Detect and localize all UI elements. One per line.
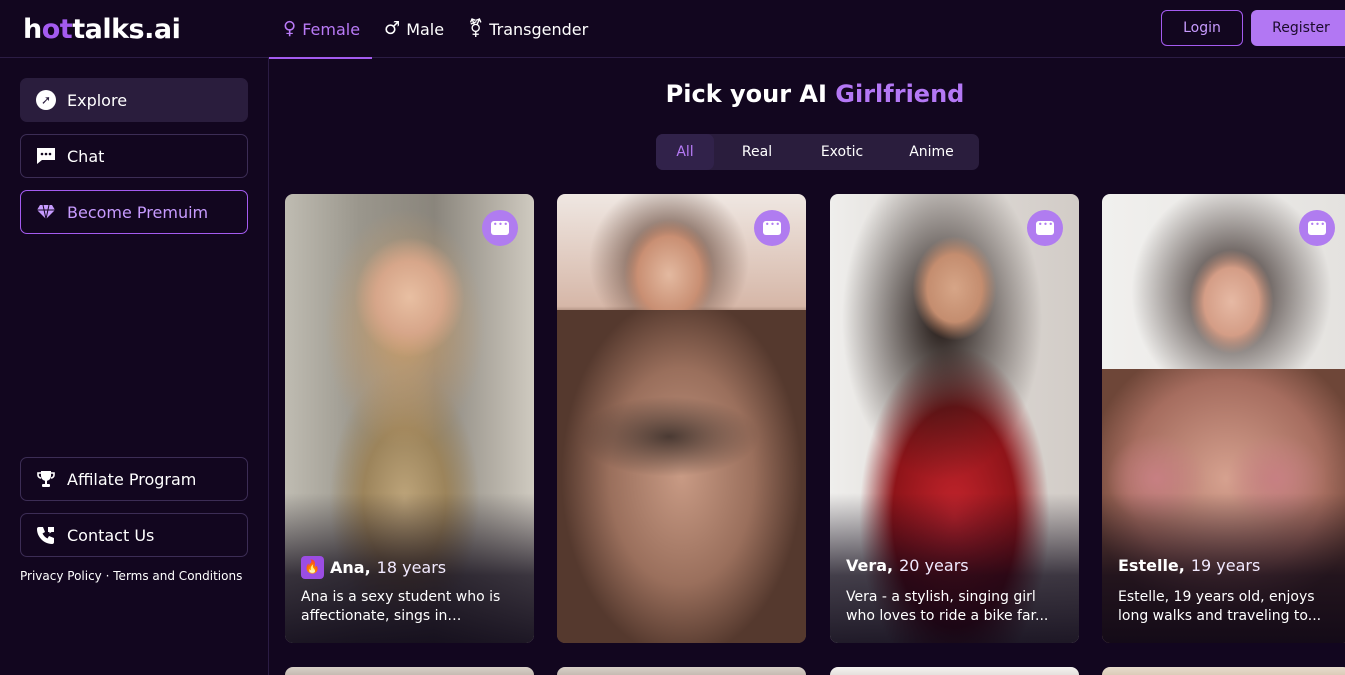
- filter-all[interactable]: All: [656, 134, 714, 170]
- chat-bubble-icon[interactable]: [482, 210, 518, 246]
- filter-exotic[interactable]: Exotic: [800, 134, 884, 170]
- trophy-icon: [35, 468, 57, 490]
- transgender-symbol-icon: ⚧: [468, 18, 484, 39]
- logo-accent: ot: [41, 13, 73, 45]
- sidebar-item-label: Affilate Program: [67, 469, 197, 489]
- login-button[interactable]: Login: [1161, 10, 1243, 46]
- tab-transgender[interactable]: ⚧ Transgender: [456, 0, 600, 58]
- sidebar-item-contact[interactable]: Contact Us: [20, 513, 248, 557]
- character-card[interactable]: 🔥 Ana, 18 years Ana is a sexy student wh…: [285, 194, 534, 643]
- card-description: Vera - a stylish, singing girl who loves…: [846, 589, 1049, 624]
- tab-female[interactable]: ♀ Female: [269, 0, 373, 59]
- main-content: Pick your AI Girlfriend All Real Exotic …: [270, 58, 1345, 675]
- page-title-prefix: Pick your AI: [665, 80, 827, 108]
- character-card[interactable]: Estelle, 19 years Estelle, 19 years old,…: [1102, 194, 1345, 643]
- character-card-partial[interactable]: [557, 667, 806, 675]
- sidebar-item-premium[interactable]: Become Premuim: [20, 190, 248, 234]
- filter-anime[interactable]: Anime: [884, 134, 979, 170]
- chat-bubble-icon[interactable]: [1299, 210, 1335, 246]
- legal-links: Privacy Policy · Terms and Conditions: [20, 569, 242, 583]
- flame-icon: 🔥: [301, 556, 324, 579]
- sidebar-item-label: Contact Us: [67, 525, 155, 545]
- gender-tabs: ♀ Female ♂ Male ⚧ Transgender: [269, 0, 600, 59]
- card-name: 🔥 Ana, 18 years: [301, 556, 446, 579]
- character-card-partial[interactable]: [285, 667, 534, 675]
- card-description: Ana is a sexy student who is affectionat…: [301, 589, 501, 624]
- privacy-policy-link[interactable]: Privacy Policy: [20, 569, 102, 583]
- character-card-partial[interactable]: [830, 667, 1079, 675]
- character-card[interactable]: [557, 194, 806, 643]
- logo[interactable]: h ot talks.ai: [23, 10, 181, 48]
- tab-male[interactable]: ♂ Male: [372, 0, 456, 58]
- card-name-text: Estelle,: [1118, 556, 1185, 575]
- sidebar-item-chat[interactable]: Chat: [20, 134, 248, 178]
- female-symbol-icon: ♀: [283, 18, 297, 39]
- register-button[interactable]: Register: [1251, 10, 1345, 46]
- chat-bubble-icon[interactable]: [1027, 210, 1063, 246]
- sidebar-item-affiliate[interactable]: Affilate Program: [20, 457, 248, 501]
- category-filter: All Real Exotic Anime: [656, 134, 979, 170]
- page-title-highlight: Girlfriend: [835, 80, 965, 108]
- page-title: Pick your AI Girlfriend: [270, 80, 1345, 108]
- logo-suffix: talks.ai: [72, 13, 181, 45]
- phone-icon: [35, 524, 57, 546]
- legal-separator: ·: [105, 569, 110, 583]
- card-age: 18 years: [376, 558, 447, 577]
- card-name-text: Ana,: [330, 558, 371, 577]
- card-age: 19 years: [1190, 556, 1261, 575]
- card-name-text: Vera,: [846, 556, 894, 575]
- tab-female-label: Female: [302, 19, 361, 39]
- card-name: Vera, 20 years: [846, 556, 969, 575]
- card-description: Estelle, 19 years old, enjoys long walks…: [1118, 589, 1322, 624]
- card-name: Estelle, 19 years: [1118, 556, 1260, 575]
- card-age: 20 years: [899, 556, 969, 575]
- character-card-partial[interactable]: [1102, 667, 1345, 675]
- blurred-content: [557, 310, 806, 643]
- tab-transgender-label: Transgender: [489, 19, 589, 39]
- sidebar-item-label: Become Premuim: [67, 202, 209, 222]
- tab-male-label: Male: [406, 19, 445, 39]
- compass-icon: ➚: [36, 90, 56, 110]
- logo-prefix: h: [23, 13, 42, 45]
- filter-real[interactable]: Real: [714, 134, 800, 170]
- sidebar: ➚ Explore Chat Become Premuim Affilate P…: [0, 58, 269, 675]
- chat-bubble-icon[interactable]: [754, 210, 790, 246]
- diamond-icon: [35, 201, 57, 223]
- chat-icon: [35, 145, 57, 167]
- terms-link[interactable]: Terms and Conditions: [113, 569, 242, 583]
- sidebar-item-label: Chat: [67, 146, 105, 166]
- character-card[interactable]: Vera, 20 years Vera - a stylish, singing…: [830, 194, 1079, 643]
- sidebar-item-label: Explore: [67, 90, 128, 110]
- male-symbol-icon: ♂: [384, 18, 401, 39]
- top-bar: h ot talks.ai ♀ Female ♂ Male ⚧ Transgende…: [0, 0, 1345, 59]
- sidebar-item-explore[interactable]: ➚ Explore: [20, 78, 248, 122]
